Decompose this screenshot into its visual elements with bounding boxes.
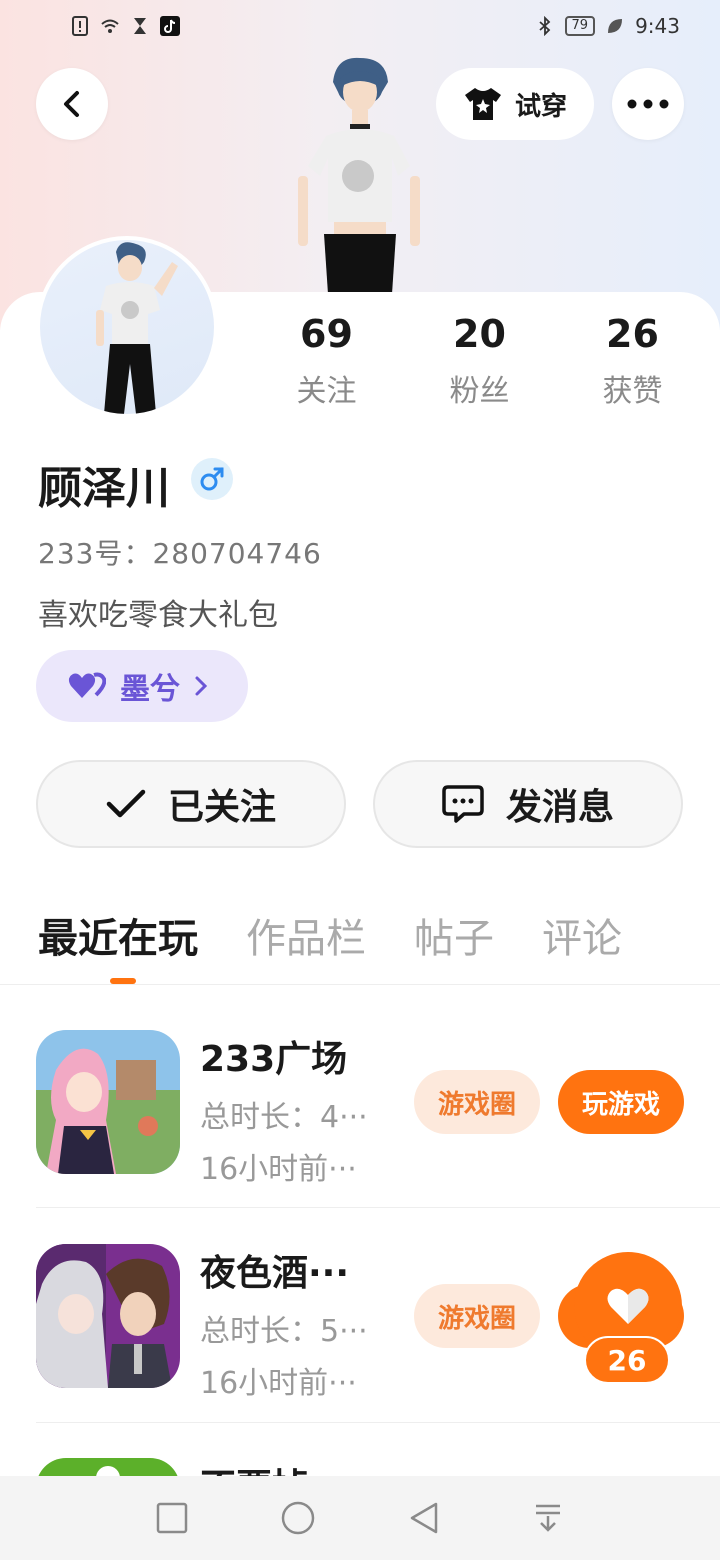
more-button[interactable] (612, 68, 684, 140)
game-art-icon (96, 1466, 120, 1476)
game-row[interactable]: 233广场 总时长：4··· 16小时前··· 游戏圈 玩游戏 (36, 1030, 684, 1187)
game-duration: 总时长：4··· (200, 1100, 368, 1135)
user-bio: 喜欢吃零食大礼包 (38, 598, 278, 633)
avatar-3d-figure (298, 57, 420, 294)
stat-likes[interactable]: 26 获赞 (556, 312, 709, 410)
chat-icon (442, 785, 484, 823)
male-icon (200, 467, 224, 491)
hourglass-icon (134, 18, 146, 34)
clock: 9:43 (635, 14, 680, 38)
game-circle-button[interactable]: 游戏圈 (414, 1284, 540, 1348)
stat-number: 26 (606, 312, 659, 356)
gender-badge (191, 458, 233, 500)
game-icon[interactable] (36, 1030, 180, 1174)
try-on-button[interactable]: 试穿 (436, 68, 594, 140)
profile-name: 顾泽川 (38, 463, 170, 514)
partner-tag-label: 墨兮 (120, 672, 180, 707)
divider (36, 1422, 720, 1423)
game-title: 233广场 (200, 1039, 348, 1080)
chevron-right-icon (195, 676, 208, 696)
stats-row: 69 关注 20 粉丝 26 获赞 (250, 312, 720, 410)
avatar[interactable] (36, 236, 218, 418)
home-icon[interactable] (280, 1500, 316, 1536)
game-title: 夜色酒··· (200, 1253, 350, 1294)
stat-number: 69 (300, 312, 353, 356)
game-title: 不要掉 (200, 1458, 308, 1476)
back-nav-icon[interactable] (408, 1501, 440, 1535)
tiktok-icon (160, 16, 180, 36)
alert-icon (72, 16, 88, 36)
followed-button[interactable]: 已关注 (36, 760, 346, 848)
leaf-icon (608, 19, 623, 33)
message-label: 发消息 (505, 787, 614, 828)
game-icon[interactable] (36, 1244, 180, 1388)
more-dots-icon (627, 99, 669, 109)
notification-pulldown-icon[interactable] (532, 1502, 564, 1534)
message-button[interactable]: 发消息 (373, 760, 683, 848)
profile-tabs: 最近在玩 作品栏 帖子 评论 (38, 906, 622, 964)
game-last-played: 16小时前··· (200, 1366, 357, 1401)
double-heart-icon (68, 672, 106, 698)
system-nav-bar (0, 1476, 720, 1560)
game-icon[interactable] (36, 1458, 180, 1476)
tab-comments[interactable]: 评论 (542, 906, 622, 964)
heart-icon (607, 1288, 649, 1324)
user-id: 233号：280704746 (38, 537, 322, 570)
stat-label: 粉丝 (449, 374, 510, 409)
wifi-icon (101, 19, 119, 33)
bluetooth-icon (538, 16, 550, 36)
game-last-played: 16小时前··· (200, 1152, 357, 1187)
stat-followers[interactable]: 20 粉丝 (403, 312, 556, 410)
try-on-label: 试穿 (514, 91, 567, 122)
tshirt-icon (464, 88, 501, 120)
check-icon (106, 789, 146, 818)
stat-label: 关注 (296, 374, 357, 409)
chevron-left-icon (64, 91, 79, 117)
recent-apps-icon[interactable] (156, 1502, 188, 1534)
divider (36, 1207, 720, 1208)
game-circle-button[interactable]: 游戏圈 (414, 1070, 540, 1134)
tab-recent-played[interactable]: 最近在玩 (38, 906, 198, 964)
stat-label: 获赞 (602, 374, 663, 409)
battery-level: 79 (564, 16, 596, 36)
followed-label: 已关注 (167, 787, 276, 828)
partner-tag[interactable]: 墨兮 (36, 650, 248, 722)
tab-posts[interactable]: 帖子 (414, 906, 494, 964)
tab-works[interactable]: 作品栏 (246, 906, 366, 964)
game-row[interactable]: 不要掉 (36, 1458, 684, 1476)
divider (0, 984, 720, 985)
like-count-badge: 26 (584, 1336, 670, 1384)
game-art-icon (36, 1244, 180, 1388)
status-bar: 79 9:43 (0, 10, 720, 46)
stat-following[interactable]: 69 关注 (250, 312, 403, 410)
avatar-figure-icon (96, 242, 178, 414)
back-button[interactable] (36, 68, 108, 140)
game-art-icon (36, 1030, 180, 1174)
stat-number: 20 (453, 312, 506, 356)
play-game-button[interactable]: 玩游戏 (558, 1070, 684, 1134)
game-duration: 总时长：5··· (200, 1314, 368, 1349)
